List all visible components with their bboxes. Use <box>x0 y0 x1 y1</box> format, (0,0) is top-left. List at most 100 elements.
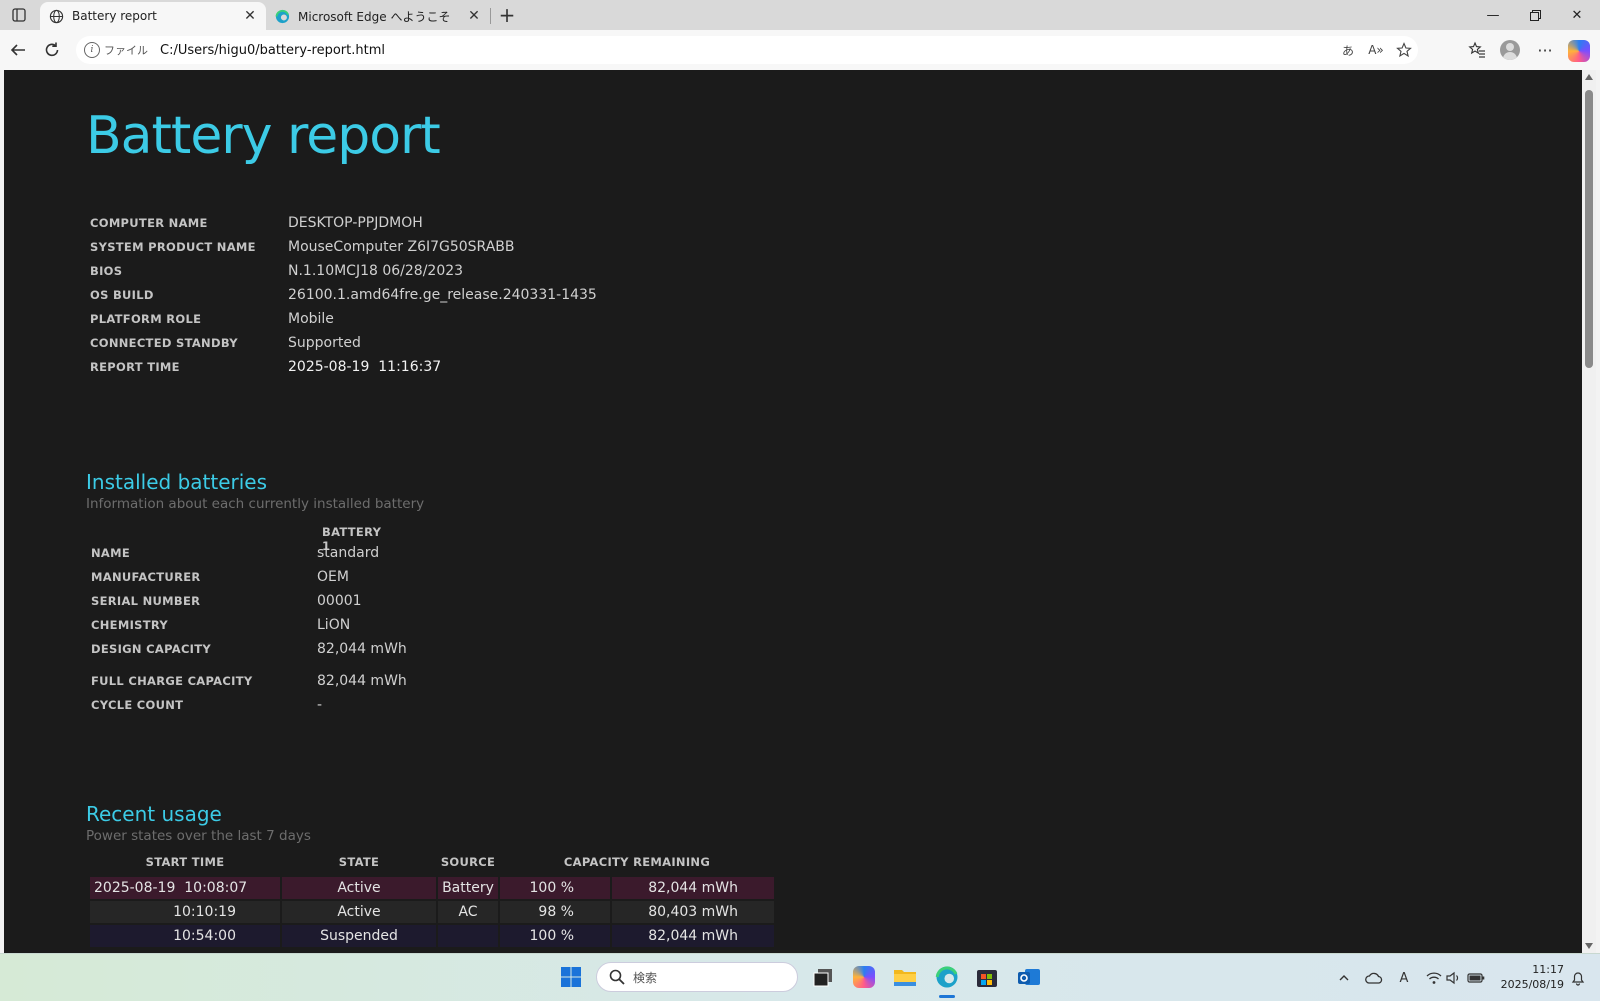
usage-source: Battery <box>438 877 498 899</box>
info-row-report-time: REPORT TIME 2025-08-19 11:16:37 <box>90 356 441 378</box>
favorites-button[interactable] <box>1464 38 1490 62</box>
address-bar-actions: あ A» <box>1334 36 1418 64</box>
back-button[interactable] <box>6 38 30 62</box>
copilot-taskbar-button[interactable] <box>849 962 879 992</box>
clock-time: 11:17 <box>1532 963 1564 976</box>
usage-state: Active <box>282 901 436 923</box>
restore-button[interactable] <box>1514 0 1556 30</box>
tab-separator <box>490 8 491 24</box>
battery-label: DESIGN CAPACITY <box>91 642 212 656</box>
ime-indicator[interactable]: A <box>1394 968 1414 988</box>
tab-actions-button[interactable] <box>8 5 30 25</box>
usage-mwh: 82,044 mWh <box>612 877 774 899</box>
taskbar-clock[interactable]: 11:17 2025/08/19 <box>1496 962 1564 992</box>
copilot-icon[interactable] <box>1568 40 1590 62</box>
usage-header-capacity: CAPACITY REMAINING <box>563 855 711 869</box>
minimize-button[interactable]: — <box>1472 0 1514 30</box>
usage-header-start-time: START TIME <box>145 855 225 869</box>
usage-start-time: 2025-08-19 10:08:07 <box>90 877 280 899</box>
battery-label: MANUFACTURER <box>91 570 201 584</box>
section-subtitle: Information about each currently install… <box>86 496 425 512</box>
battery-value: standard <box>317 545 380 561</box>
info-row-product-name: SYSTEM PRODUCT NAME MouseComputer Z6I7G5… <box>90 236 515 258</box>
active-app-indicator <box>939 995 955 998</box>
taskbar-search-box[interactable]: 検索 <box>596 962 798 992</box>
translate-icon[interactable]: あ <box>1334 36 1362 64</box>
address-bar[interactable]: i ファイル C:/Users/higu0/battery-report.htm… <box>76 36 1418 64</box>
info-value: Mobile <box>288 311 334 327</box>
site-info-label: ファイル <box>104 44 148 57</box>
onedrive-icon[interactable] <box>1364 968 1384 988</box>
usage-row: 10:54:00 Suspended 100 % 82,044 mWh <box>90 925 790 947</box>
info-label: CONNECTED STANDBY <box>90 336 238 350</box>
section-title-installed-batteries: Installed batteries <box>86 470 268 494</box>
close-icon: ✕ <box>1571 7 1583 23</box>
vertical-scrollbar[interactable] <box>1582 70 1596 953</box>
task-view-icon <box>813 969 832 987</box>
outlook-button[interactable] <box>1014 962 1044 992</box>
usage-header-source: SOURCE <box>440 855 496 869</box>
back-arrow-icon <box>10 44 25 56</box>
settings-more-button[interactable]: ··· <box>1532 38 1558 62</box>
scroll-up-arrow-icon[interactable] <box>1585 74 1593 80</box>
edge-taskbar-button[interactable] <box>932 962 962 992</box>
start-button[interactable] <box>556 962 586 992</box>
close-tab-icon[interactable]: ✕ <box>240 6 260 26</box>
battery-value: LiON <box>317 617 351 633</box>
tab-edge-welcome[interactable]: Microsoft Edge へようこそ ✕ <box>266 2 490 30</box>
folder-icon <box>894 970 916 986</box>
plus-icon: + <box>498 3 516 27</box>
volume-icon[interactable] <box>1444 968 1464 988</box>
battery-label: CHEMISTRY <box>91 618 169 632</box>
usage-state: Active <box>282 877 436 899</box>
section-subtitle: Power states over the last 7 days <box>86 828 311 844</box>
info-row-os-build: OS BUILD 26100.1.amd64fre.ge_release.240… <box>90 284 597 306</box>
windows-logo-icon <box>561 967 581 987</box>
battery-row-design-capacity: DESIGN CAPACITY 82,044 mWh <box>91 638 407 660</box>
notification-bell-icon[interactable] <box>1568 968 1588 988</box>
scroll-down-arrow-icon[interactable] <box>1585 943 1593 949</box>
battery-label: SERIAL NUMBER <box>91 594 201 608</box>
info-label: PLATFORM ROLE <box>90 312 202 326</box>
battery-label: FULL CHARGE CAPACITY <box>91 674 253 688</box>
task-view-button[interactable] <box>808 962 838 992</box>
battery-row-chemistry: CHEMISTRY LiON <box>91 614 350 636</box>
site-info-button[interactable]: i ファイル <box>84 42 148 58</box>
profile-avatar[interactable] <box>1500 40 1520 60</box>
new-tab-button[interactable]: + <box>496 3 518 27</box>
usage-row: 2025-08-19 10:08:07 Active Battery 100 %… <box>90 877 790 899</box>
usage-state: Suspended <box>282 925 436 947</box>
more-dots-icon: ··· <box>1537 40 1553 60</box>
close-tab-icon[interactable]: ✕ <box>464 6 484 26</box>
tab-title: Battery report <box>72 9 157 23</box>
usage-mwh: 82,044 mWh <box>612 925 774 947</box>
battery-label: NAME <box>91 546 131 560</box>
favorite-star-icon[interactable] <box>1390 36 1418 64</box>
info-value: DESKTOP-PPJDMOH <box>288 215 423 231</box>
battery-value: 82,044 mWh <box>317 641 407 657</box>
read-aloud-icon[interactable]: A» <box>1362 36 1390 64</box>
usage-mwh: 80,403 mWh <box>612 901 774 923</box>
copilot-app-icon <box>853 966 875 988</box>
store-button[interactable] <box>972 962 1002 992</box>
tab-battery-report[interactable]: Battery report ✕ <box>40 2 266 30</box>
refresh-button[interactable] <box>40 38 64 62</box>
edge-icon <box>935 966 958 988</box>
file-explorer-button[interactable] <box>890 962 920 992</box>
info-row-platform-role: PLATFORM ROLE Mobile <box>90 308 334 330</box>
close-window-button[interactable]: ✕ <box>1556 0 1598 30</box>
battery-row-name: NAME standard <box>91 542 379 564</box>
battery-value: 82,044 mWh <box>317 673 407 689</box>
info-label: SYSTEM PRODUCT NAME <box>90 240 256 254</box>
clock-date: 2025/08/19 <box>1500 978 1564 991</box>
show-hidden-icons-chevron-icon[interactable] <box>1334 968 1354 988</box>
url-text[interactable]: C:/Users/higu0/battery-report.html <box>160 43 385 58</box>
info-label: OS BUILD <box>90 288 154 302</box>
tab-title: Microsoft Edge へようこそ <box>298 9 451 24</box>
outlook-icon <box>1018 969 1040 985</box>
info-value: 26100.1.amd64fre.ge_release.240331-1435 <box>288 287 597 303</box>
scroll-thumb[interactable] <box>1585 90 1593 368</box>
battery-value: OEM <box>317 569 349 585</box>
battery-charging-icon[interactable] <box>1466 968 1486 988</box>
wifi-icon[interactable] <box>1424 968 1444 988</box>
